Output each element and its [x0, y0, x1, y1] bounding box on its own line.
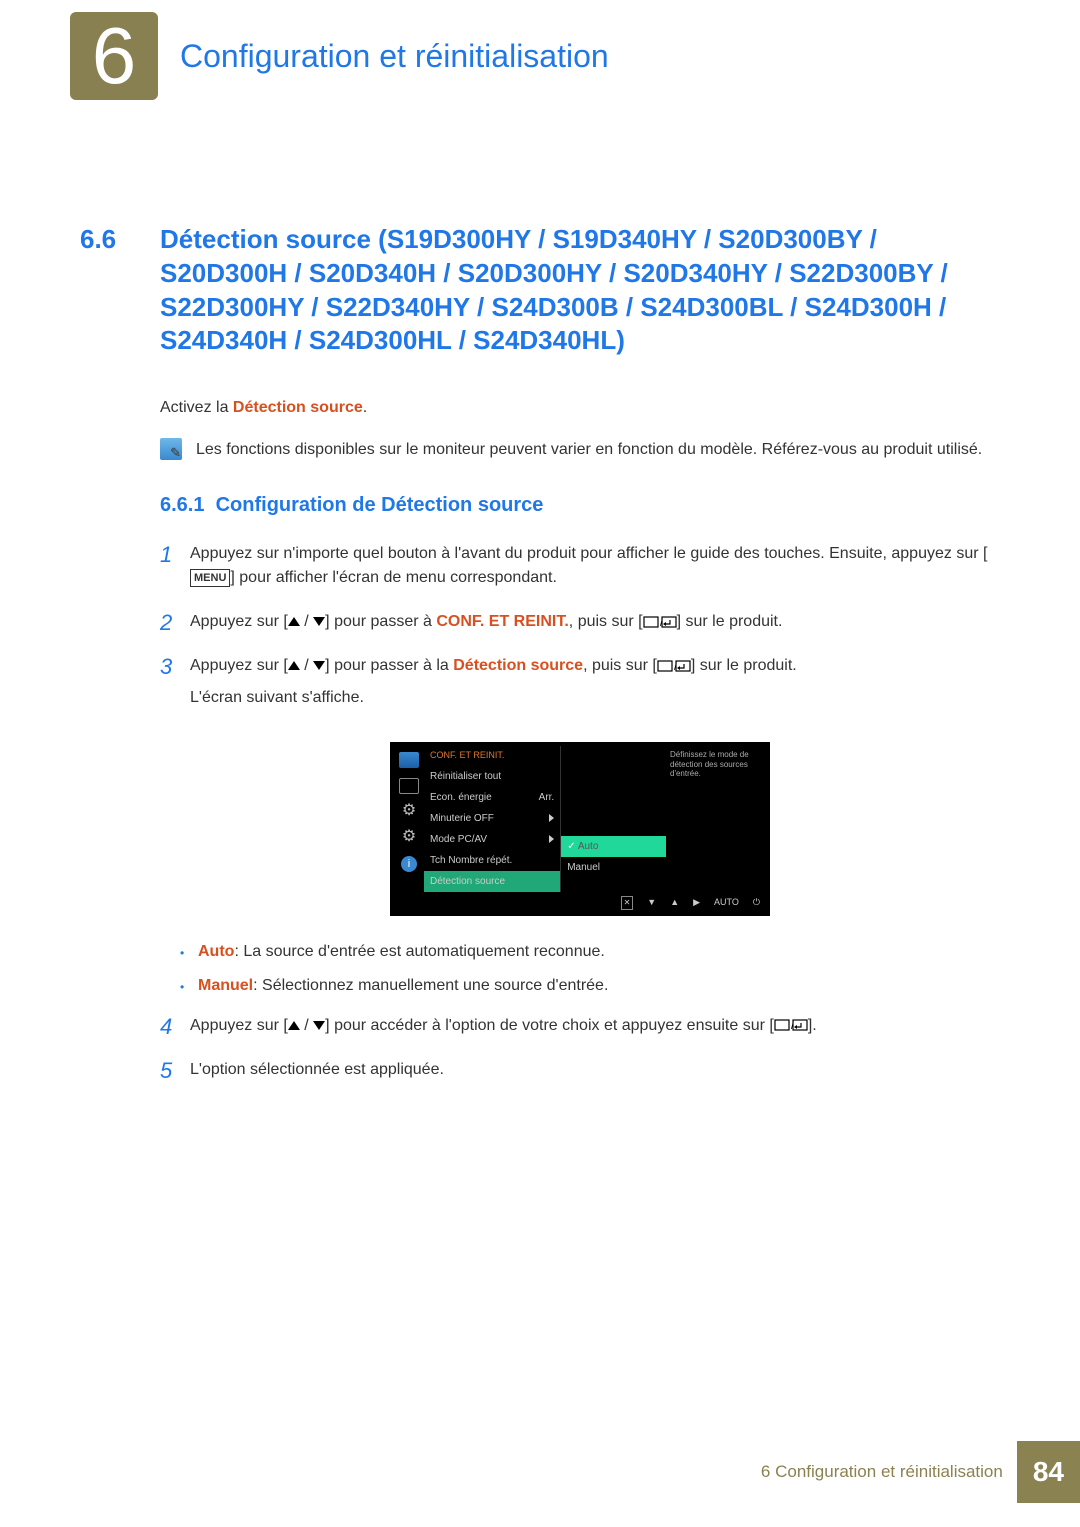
osd-info-icon: i — [401, 856, 417, 872]
down-icon — [313, 1021, 325, 1030]
osd-screenshot: i CONF. ET REINIT. Réinitialiser tout Ec… — [390, 742, 770, 916]
osd-sub-auto: Auto — [561, 836, 666, 857]
up-icon — [288, 1021, 300, 1030]
step2-term: CONF. ET REINIT. — [436, 613, 568, 630]
enter-icon: / — [657, 658, 691, 674]
osd-monitor-icon — [399, 752, 419, 768]
osd-picture-icon — [399, 778, 419, 794]
down-icon — [313, 661, 325, 670]
chapter-number: 6 — [92, 0, 137, 116]
up-icon — [288, 661, 300, 670]
svg-text:/: / — [674, 662, 677, 673]
osd-item-eco: Econ. énergieArr. — [424, 787, 560, 808]
osd-sub-manuel: Manuel — [561, 857, 666, 878]
note-text: Les fonctions disponibles sur le moniteu… — [196, 438, 982, 462]
step-1: 1 Appuyez sur n'importe quel bouton à l'… — [160, 542, 1000, 598]
bullet-auto: Auto: La source d'entrée est automatique… — [180, 940, 1000, 964]
up-icon — [288, 617, 300, 626]
step-3: 3 Appuyez sur [ / ] pour passer à la Dét… — [160, 654, 1000, 718]
osd-gear-icon — [399, 804, 419, 820]
osd-item-mode: Mode PC/AV — [424, 829, 560, 850]
osd-header: CONF. ET REINIT. — [424, 746, 560, 766]
down-icon — [313, 617, 325, 626]
enter-icon: / — [774, 1017, 808, 1033]
section-number: 6.6 — [80, 220, 160, 259]
svg-text:/: / — [791, 1021, 794, 1032]
chapter-number-box: 6 — [70, 12, 158, 100]
osd-help-text: Définissez le mode de détection des sour… — [666, 746, 766, 892]
osd-item-detect: Détection source — [424, 871, 560, 892]
step-4: 4 Appuyez sur [ / ] pour accéder à l'opt… — [160, 1014, 1000, 1046]
note-icon — [160, 438, 182, 460]
section-title: Détection source (S19D300HY / S19D340HY … — [160, 223, 1000, 358]
osd-item-timer: Minuterie OFF — [424, 808, 560, 829]
step-5: 5 L'option sélectionnée est appliquée. — [160, 1058, 1000, 1090]
bullet-manuel: Manuel: Sélectionnez manuellement une so… — [180, 974, 1000, 998]
chapter-title: Configuration et réinitialisation — [180, 32, 609, 80]
svg-text:/: / — [660, 618, 663, 629]
enter-icon: / — [643, 614, 677, 630]
subsection-title: 6.6.1 Configuration de Détection source — [160, 490, 1000, 520]
footer-page-number: 84 — [1017, 1441, 1080, 1503]
intro-term: Détection source — [233, 399, 363, 416]
osd-item-repeat: Tch Nombre répét. — [424, 850, 560, 871]
step-2: 2 Appuyez sur [ / ] pour passer à CONF. … — [160, 610, 1000, 642]
osd-item-reset: Réinitialiser tout — [424, 766, 560, 787]
step3-term: Détection source — [453, 657, 583, 674]
osd-bottom-bar: ✕ ▼ ▲ ▶ AUTO ⏻ — [394, 892, 766, 916]
intro-line: Activez la Détection source. — [160, 396, 1000, 420]
footer-text: 6 Configuration et réinitialisation — [761, 1459, 1003, 1485]
menu-button-label: MENU — [190, 569, 230, 588]
osd-gear2-icon — [399, 830, 419, 846]
